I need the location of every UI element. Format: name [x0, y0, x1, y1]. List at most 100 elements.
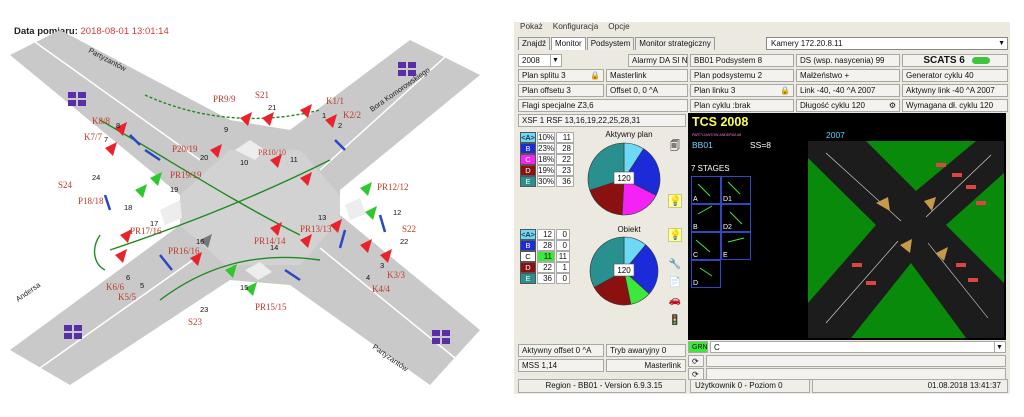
document-icon[interactable]: 📄: [668, 276, 682, 290]
num-16: 16: [196, 237, 204, 246]
sig-label-10: PR10/10: [258, 148, 286, 157]
object-row-d: D 22 1: [520, 262, 570, 273]
lightbulb-icon[interactable]: 💡: [668, 228, 682, 242]
phase-pct: 18%: [537, 154, 555, 165]
sig-label-21: S21: [255, 90, 269, 100]
sig-label-23: S23: [188, 317, 203, 327]
grn-select[interactable]: C ▼: [710, 341, 1006, 353]
camera-select[interactable]: Kamery 172.20.8.11 ▼: [766, 37, 1008, 50]
special-flags: Flagi specjalne Z3,6: [518, 99, 688, 112]
camera-select-value: Kamery 172.20.8.11: [771, 39, 843, 48]
tcs-stages-label: 7 STAGES: [691, 164, 730, 173]
lightbulb-icon[interactable]: 💡: [668, 194, 682, 208]
year-select-value: 2008: [522, 56, 540, 65]
intersection-map-panel: Data pomiaru: 2018-08-01 13:01:14 Partyz…: [0, 0, 508, 417]
link-plan: Plan linku 3 🔒: [690, 84, 794, 97]
xsf-rsf: XSF 1 RSF 13,16,19,22,25,28,31: [518, 114, 686, 127]
plan-row-e: E 30% 36: [520, 176, 574, 187]
offset-value: Offset 0, 0 ^A: [606, 84, 688, 97]
mss: MSS 1,14: [518, 359, 604, 372]
num-20: 20: [200, 153, 208, 162]
object-v1: 11: [537, 251, 555, 262]
sig-label-12: PR12/12: [377, 182, 409, 192]
active-link: Aktywny link -40 ^A 2007: [902, 84, 1008, 97]
object-v1: 22: [537, 262, 555, 273]
tab-strategic-monitor[interactable]: Monitor strategiczny: [635, 37, 715, 50]
sig-label-9: PR9/9: [213, 94, 236, 104]
phase-val: 11: [556, 132, 574, 143]
num-21: 21: [268, 103, 276, 112]
settings-icon[interactable]: ⚙: [889, 100, 896, 111]
sig-label-19: PR19/19: [170, 170, 202, 180]
sig-label-3: K3/3: [387, 270, 406, 280]
active-plan-table: <A> 10% 11 B 23% 28 C 18% 22 D 19% 23 E 30% 36: [520, 132, 574, 187]
num-11: 11: [290, 155, 298, 164]
num-1: 1: [322, 111, 326, 120]
stage-arrows: [695, 181, 745, 277]
num-23: 23: [200, 305, 208, 314]
tab-bar: Znajdź Monitor Podsystem Monitor strateg…: [518, 37, 716, 50]
num-7: 7: [104, 135, 108, 144]
scats-logo: SCATS 6: [902, 54, 1008, 67]
phase-key: C: [520, 251, 536, 262]
tab-subsystem[interactable]: Podsystem: [586, 37, 635, 50]
degree-of-saturation: DS (wsp. nasycenia) 99: [796, 54, 900, 67]
scats-window: Pokaż Konfiguracja Opcje Znajdź Monitor …: [514, 22, 1010, 394]
object-v2: 11: [556, 251, 570, 262]
active-plan-pie: 120: [587, 142, 661, 216]
lock-icon[interactable]: 🔒: [590, 70, 600, 81]
phase-key: B: [520, 240, 536, 251]
phase-key: E: [520, 273, 536, 284]
plan-row-b: B 23% 28: [520, 143, 574, 154]
active-plan-title: Aktywny plan: [605, 130, 653, 139]
num-3: 3: [380, 261, 384, 270]
refresh-icon[interactable]: ⟳: [688, 355, 704, 367]
sig-label-18: P18/18: [78, 196, 104, 206]
tool-icon[interactable]: 🔧: [668, 258, 682, 272]
copy-icon[interactable]: 🗐: [668, 140, 682, 154]
subsystem-plan: Plan podsystemu 2: [690, 69, 794, 82]
active-offset: Aktywny offset 0 ^A: [518, 344, 604, 357]
traffic-light-icon[interactable]: 🚦: [668, 314, 682, 328]
grn-select-value: C: [714, 343, 720, 352]
chevron-down-icon: ▼: [550, 55, 560, 66]
num-5: 5: [140, 281, 144, 290]
object-row-e: E 36 0: [520, 273, 570, 284]
num-19: 19: [170, 185, 178, 194]
sig-label-15: PR15/15: [255, 302, 287, 312]
plan-row-a: <A> 10% 11: [520, 132, 574, 143]
sig-label-7: K7/7: [84, 132, 103, 142]
num-9: 9: [224, 125, 228, 134]
masterlink-bottom: Masterlink: [606, 359, 686, 372]
menu-show[interactable]: Pokaż: [520, 22, 543, 34]
menu-configuration[interactable]: Konfiguracja: [553, 22, 599, 34]
tab-monitor[interactable]: Monitor: [551, 37, 586, 50]
lock-icon[interactable]: 🔒: [780, 85, 790, 96]
link-plan-text: Plan linku 3: [694, 86, 736, 95]
phase-key: E: [520, 176, 536, 187]
phase-pct: 10%: [537, 132, 555, 143]
sig-label-1: K1/1: [326, 96, 344, 106]
alarms: Alarmy DA SI NF: [628, 54, 688, 67]
object-table: <A> 12 0 B 28 0 C 11 11 D 22 1 E 36 0: [520, 229, 570, 284]
phase-key: D: [520, 165, 536, 176]
phase-pct: 19%: [537, 165, 555, 176]
camera-intersection-diagram: [808, 141, 1004, 338]
object-pie: 120: [589, 236, 659, 306]
car-icon[interactable]: 🚗: [668, 294, 682, 308]
intersection-diagram: Partyzantów Bora Komorowskiego Andersa P…: [10, 30, 480, 385]
masterlink-top: Masterlink: [606, 69, 688, 82]
num-14: 14: [270, 243, 278, 252]
plan-row-d: D 19% 23: [520, 165, 574, 176]
num-10: 10: [240, 158, 248, 167]
phase-key: <A>: [520, 132, 536, 143]
pie-center-value: 120: [617, 174, 631, 183]
menu-options[interactable]: Opcje: [608, 22, 629, 34]
screenshot-root: Data pomiaru: 2018-08-01 13:01:14 Partyz…: [0, 0, 1024, 417]
year-select[interactable]: 2008 ▼: [518, 54, 562, 67]
phase-val: 28: [556, 143, 574, 154]
sig-label-8: K8/8: [92, 116, 111, 126]
num-12: 12: [393, 208, 401, 217]
status-user: Użytkownik 0 - Poziom 0: [690, 379, 810, 393]
tab-find[interactable]: Znajdź: [518, 37, 551, 50]
